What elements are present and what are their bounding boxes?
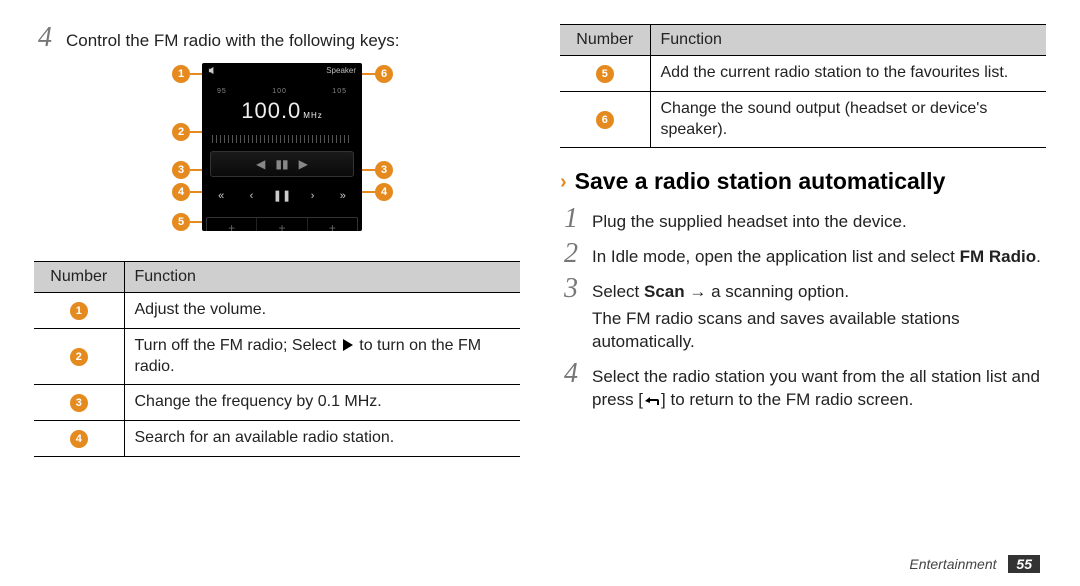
callout-badge-3l: 3 <box>172 161 190 179</box>
row-fn-4: Search for an available radio station. <box>124 421 520 457</box>
favourites-bar: +++ <box>206 217 358 231</box>
manual-page: 4 Control the FM radio with the followin… <box>0 0 1080 586</box>
th-number: Number <box>34 261 124 292</box>
section-heading: › Save a radio station automatically <box>560 168 1046 195</box>
table-row: 4 Search for an available radio station. <box>34 421 520 457</box>
callout-badge-4l: 4 <box>172 183 190 201</box>
step-text: Select the radio station you want from t… <box>592 360 1046 412</box>
seek-back-icon: « <box>212 190 230 202</box>
row-badge-5: 5 <box>596 65 614 83</box>
callout-badge-1: 1 <box>172 65 190 83</box>
step-number: 3 <box>560 275 582 354</box>
row-badge-4: 4 <box>70 430 88 448</box>
row-fn-6: Change the sound output (headset or devi… <box>650 91 1046 148</box>
th-function: Function <box>650 25 1046 56</box>
row-fn-3: Change the frequency by 0.1 MHz. <box>124 385 520 421</box>
table-row: 1 Adjust the volume. <box>34 292 520 328</box>
step-2-right: 2 In Idle mode, open the application lis… <box>560 240 1046 269</box>
pause-icon: ❚❚ <box>273 189 291 202</box>
radio-controls: « ‹ ❚❚ › » <box>206 183 358 209</box>
row-badge-2: 2 <box>70 348 88 366</box>
step-3-right: 3 Select Scan → a scanning option. The F… <box>560 275 1046 354</box>
callout-badge-3r: 3 <box>375 161 393 179</box>
callout-badge-2: 2 <box>172 123 190 141</box>
table-row: 2 Turn off the FM radio; Select to turn … <box>34 328 520 385</box>
speaker-label: Speaker <box>326 66 356 75</box>
page-footer: Entertainment 55 <box>909 556 1040 572</box>
row-badge-6: 6 <box>596 111 614 129</box>
step-number: 1 <box>560 205 582 234</box>
radio-screenshot: Speaker 95100105 100.0MHz ◀ ▮▮ ▶ « ‹ ❚❚ … <box>202 63 362 231</box>
row-fn-1: Adjust the volume. <box>124 292 520 328</box>
right-column: Number Function 5 Add the current radio … <box>560 24 1046 570</box>
frequency-unit: MHz <box>303 111 322 120</box>
left-column: 4 Control the FM radio with the followin… <box>34 24 520 570</box>
function-table-right: Number Function 5 Add the current radio … <box>560 24 1046 148</box>
step-text: Control the FM radio with the following … <box>66 24 400 53</box>
next-icon: › <box>304 190 322 202</box>
volume-icon <box>208 66 217 75</box>
callout-badge-4r: 4 <box>375 183 393 201</box>
step-text: Plug the supplied headset into the devic… <box>592 205 907 234</box>
section-title: Save a radio station automatically <box>575 168 946 195</box>
th-number: Number <box>560 25 650 56</box>
return-icon <box>643 395 661 407</box>
th-function: Function <box>124 261 520 292</box>
table-row: 5 Add the current radio station to the f… <box>560 56 1046 92</box>
prev-icon: ‹ <box>242 190 260 202</box>
step-number: 4 <box>34 24 56 53</box>
step-number: 4 <box>560 360 582 412</box>
radio-figure: 6 3 4 1 2 3 4 5 <box>34 63 520 243</box>
chevron-icon: › <box>560 172 567 192</box>
row-badge-1: 1 <box>70 302 88 320</box>
table-row: 6 Change the sound output (headset or de… <box>560 91 1046 148</box>
seek-fwd-icon: » <box>334 190 352 202</box>
step-subtext: The FM radio scans and saves available s… <box>592 308 1046 354</box>
step-1-right: 1 Plug the supplied headset into the dev… <box>560 205 1046 234</box>
play-icon <box>343 339 353 351</box>
function-table-left: Number Function 1 Adjust the volume. 2 T… <box>34 261 520 457</box>
table-row: 3 Change the frequency by 0.1 MHz. <box>34 385 520 421</box>
row-fn-2: Turn off the FM radio; Select to turn on… <box>124 328 520 385</box>
step-number: 2 <box>560 240 582 269</box>
callout-badge-6: 6 <box>375 65 393 83</box>
step-4-right: 4 Select the radio station you want from… <box>560 360 1046 412</box>
footer-section: Entertainment <box>909 556 996 572</box>
step-text: In Idle mode, open the application list … <box>592 240 1041 269</box>
frequency-value: 100.0 <box>241 98 301 123</box>
row-fn-5: Add the current radio station to the fav… <box>650 56 1046 92</box>
callout-badge-5: 5 <box>172 213 190 231</box>
footer-page: 55 <box>1008 555 1040 573</box>
tuning-knob: ◀ ▮▮ ▶ <box>210 151 354 177</box>
step-text: Select Scan → a scanning option. The FM … <box>592 275 1046 354</box>
step-4-left: 4 Control the FM radio with the followin… <box>34 24 520 53</box>
row-badge-3: 3 <box>70 394 88 412</box>
